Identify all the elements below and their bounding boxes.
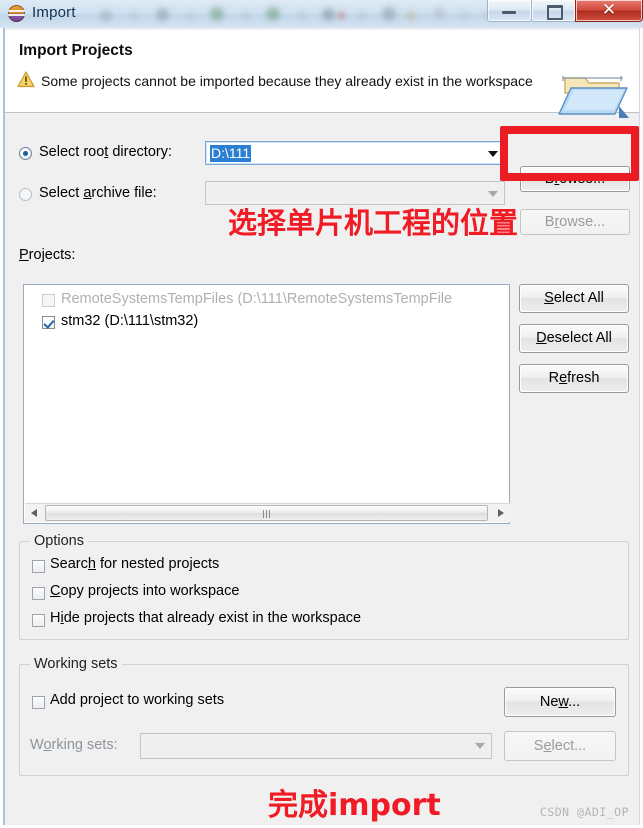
folder-import-icon (558, 76, 629, 118)
deselect-all-label: Deselect All (536, 330, 612, 346)
browse-archive-file-label: Browse... (544, 214, 606, 230)
eclipse-icon (8, 5, 25, 22)
scrollbar-thumb[interactable] (45, 505, 488, 521)
options-group: Options Search for nested projects Copy … (19, 533, 629, 640)
close-icon: ✕ (601, 0, 617, 19)
warning-icon (17, 71, 35, 88)
minimize-button[interactable] (487, 0, 532, 22)
working-sets-combo-label: Working sets: (30, 737, 118, 753)
projects-list[interactable]: RemoteSystemsTempFiles (D:\111\RemoteSys… (23, 284, 510, 524)
option-checkbox[interactable] (32, 587, 45, 600)
chevron-down-icon-working-sets (475, 743, 485, 749)
maximize-button[interactable] (531, 0, 576, 22)
header-message: Some projects cannot be imported because… (41, 73, 533, 89)
annotation-top-text: 选择单片机工程的位置 (228, 206, 519, 240)
project-checkbox[interactable] (42, 294, 55, 307)
select-all-label: Select All (544, 290, 604, 306)
new-working-set-label: New... (539, 694, 581, 710)
refresh-button[interactable]: Refresh (519, 364, 629, 393)
project-checkbox[interactable] (42, 316, 55, 329)
window-controls: ✕ (487, 0, 643, 23)
deselect-all-button[interactable]: Deselect All (519, 324, 629, 353)
root-directory-value: D:\111 (210, 145, 252, 162)
page-title: Import Projects (19, 42, 133, 59)
window-titlebar[interactable]: Import ✕ (0, 0, 643, 28)
watermark: CSDN @ADI_OP (539, 805, 629, 819)
select-working-set-button: Select... (504, 731, 616, 761)
select-working-set-label: Select... (533, 738, 587, 754)
projects-label: Projects: (19, 247, 76, 263)
select-archive-file-radio-row[interactable]: Select archive file: (19, 185, 199, 207)
select-root-directory-radio[interactable] (19, 147, 32, 160)
annotation-bottom-text: 完成import (268, 788, 441, 823)
option-label: Hide projects that already exist in the … (50, 610, 362, 626)
close-button[interactable]: ✕ (575, 0, 643, 22)
project-name: RemoteSystemsTempFiles (D:\111\RemoteSys… (61, 291, 453, 307)
minimize-icon (502, 11, 516, 14)
titlebar-background-blur (90, 2, 493, 28)
scrollbar-grip-icon (262, 510, 271, 518)
option-checkbox[interactable] (32, 614, 45, 627)
project-name: stm32 (D:\111\stm32) (61, 313, 199, 329)
dialog-header: Import Projects Some projects cannot be … (5, 30, 639, 118)
option-label: Search for nested projects (50, 556, 220, 572)
options-group-title: Options (30, 533, 88, 549)
projects-list-hscrollbar[interactable] (25, 503, 510, 522)
maximize-icon (547, 5, 563, 20)
refresh-label: Refresh (548, 370, 600, 386)
scroll-left-icon[interactable] (25, 504, 43, 522)
browse-archive-file-button: Browse... (520, 209, 630, 235)
select-root-directory-label: Select root directory: (39, 144, 172, 160)
chevron-down-icon-archive (488, 191, 498, 197)
select-archive-file-label: Select archive file: (39, 185, 157, 201)
select-archive-file-radio[interactable] (19, 188, 32, 201)
annotation-highlight-box (500, 126, 639, 181)
select-root-directory-radio-row[interactable]: Select root directory: (19, 144, 199, 166)
working-sets-combo (140, 733, 492, 759)
option-checkbox[interactable] (32, 560, 45, 573)
add-project-label: Add project to working sets (50, 692, 225, 708)
window-title: Import (32, 4, 76, 21)
new-working-set-button[interactable]: New... (504, 687, 616, 717)
root-directory-combo[interactable]: D:\111 (205, 141, 505, 165)
select-all-button[interactable]: Select All (519, 284, 629, 313)
working-sets-group: Working sets Add project to working sets… (19, 656, 629, 776)
add-project-checkbox[interactable] (32, 696, 45, 709)
working-sets-group-title: Working sets (30, 656, 122, 672)
option-label: Copy projects into workspace (50, 583, 240, 599)
chevron-down-icon[interactable] (488, 151, 498, 157)
scroll-right-icon[interactable] (492, 504, 510, 522)
